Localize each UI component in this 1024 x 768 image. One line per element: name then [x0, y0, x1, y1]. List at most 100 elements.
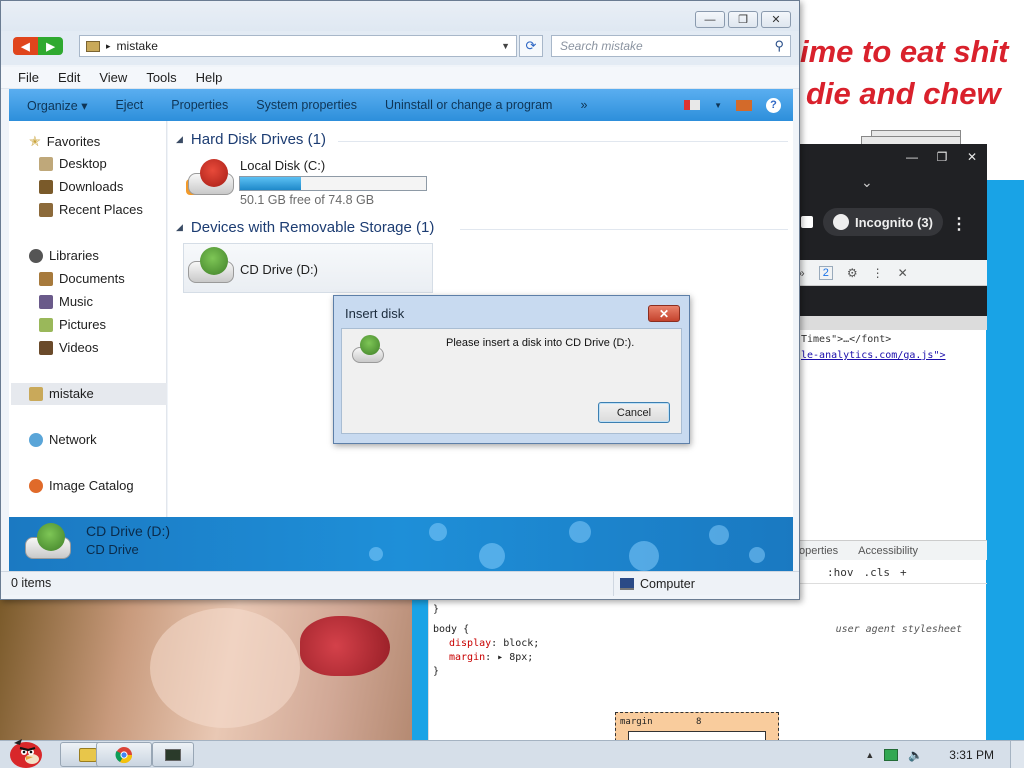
group-hard-disk-drives[interactable]: ◢ Hard Disk Drives (1)	[176, 131, 326, 148]
css-prop-display: display	[449, 638, 492, 649]
recent-places-icon	[39, 202, 53, 217]
help-icon[interactable]: ?	[766, 97, 781, 113]
gear-icon[interactable]: ⚙	[847, 266, 858, 280]
properties-button[interactable]: Properties	[171, 98, 228, 112]
back-arrow-icon[interactable]: ◀	[13, 37, 38, 55]
cd-drive-icon	[352, 335, 386, 363]
incognito-label: Incognito (3)	[855, 214, 933, 230]
view-options-icon[interactable]	[684, 100, 701, 110]
taskbar-chrome-button[interactable]	[96, 742, 152, 767]
show-hidden-icons-icon[interactable]: ▲	[865, 750, 874, 760]
start-button[interactable]	[4, 735, 46, 768]
group-label: Hard Disk Drives (1)	[190, 131, 326, 148]
chrome-close-icon[interactable]: ✕	[957, 148, 987, 166]
breadcrumb-mistake[interactable]: mistake	[117, 39, 158, 53]
collapse-triangle-icon[interactable]: ◢	[176, 222, 183, 233]
dialog-close-button[interactable]: ✕	[648, 305, 680, 322]
clock[interactable]: 3:31 PM	[949, 748, 994, 762]
nav-network[interactable]: Network	[29, 432, 97, 447]
volume-icon[interactable]: 🔈	[908, 748, 923, 762]
css-prop-margin: margin	[449, 652, 486, 663]
search-box[interactable]: Search mistake ⚲	[551, 35, 791, 57]
nav-recent-places[interactable]: Recent Places	[39, 202, 143, 217]
nav-documents[interactable]: Documents	[39, 271, 125, 286]
local-disk-free-text: 50.1 GB free of 74.8 GB	[240, 193, 375, 207]
nav-pictures[interactable]: Pictures	[39, 317, 106, 332]
image-catalog-icon	[29, 478, 43, 493]
nav-libraries[interactable]: Libraries	[29, 248, 99, 263]
network-status-icon[interactable]	[884, 749, 899, 761]
preview-pane-icon[interactable]	[736, 99, 752, 111]
close-icon: ✕	[658, 306, 670, 321]
decor-bubble	[569, 521, 591, 543]
more-icon[interactable]: ⋮	[872, 266, 884, 280]
nav-desktop[interactable]: Desktop	[39, 156, 107, 171]
computer-icon	[86, 40, 100, 52]
nav-image-catalog[interactable]: Image Catalog	[29, 478, 134, 493]
maximize-button[interactable]: ❐	[728, 11, 758, 28]
nav-favorites[interactable]: ✭ Favorites	[29, 133, 100, 150]
tab-properties[interactable]: operties	[799, 545, 838, 557]
more-commands-button[interactable]: »	[580, 98, 587, 112]
tab-accessibility[interactable]: Accessibility	[858, 545, 918, 557]
system-properties-button[interactable]: System properties	[256, 98, 357, 112]
uninstall-program-button[interactable]: Uninstall or change a program	[385, 98, 552, 112]
status-bar: 0 items Computer	[1, 571, 799, 596]
terminal-icon	[165, 748, 181, 761]
menu-file[interactable]: File	[18, 70, 39, 85]
incognito-badge[interactable]: Incognito (3)	[823, 208, 943, 236]
minimize-button[interactable]: —	[695, 11, 725, 28]
nav-mistake[interactable]: mistake	[29, 386, 94, 401]
dialog-title: Insert disk	[345, 306, 405, 321]
address-dropdown-icon[interactable]: ▼	[501, 41, 510, 51]
eject-button[interactable]: Eject	[115, 98, 143, 112]
nav-videos[interactable]: Videos	[39, 340, 99, 355]
cls-toggle[interactable]: .cls	[864, 566, 891, 579]
libraries-icon	[29, 248, 43, 263]
menu-view[interactable]: View	[99, 70, 127, 85]
refresh-button[interactable]: ⟳	[519, 35, 543, 57]
show-desktop-button[interactable]	[1010, 741, 1024, 768]
refresh-icon: ⟳	[525, 38, 537, 53]
chrome-minimize-icon[interactable]: —	[897, 148, 927, 166]
hov-toggle[interactable]: :hov	[827, 566, 854, 579]
chrome-maximize-icon[interactable]: ❐	[927, 148, 957, 166]
forward-arrow-icon[interactable]: ▶	[38, 37, 63, 55]
cd-drive-item[interactable]: CD Drive (D:)	[183, 243, 433, 293]
menu-tools[interactable]: Tools	[146, 70, 176, 85]
background-photo	[0, 598, 412, 740]
chevron-down-icon[interactable]: ⌄	[861, 174, 873, 191]
organize-button[interactable]: Organize ▾	[27, 98, 87, 113]
search-icon[interactable]: ⚲	[774, 38, 784, 54]
status-item-count: 0 items	[11, 576, 52, 590]
dom-line-link[interactable]: le-analytics.com/ga.js">	[801, 348, 946, 364]
explorer-titlebar[interactable]: — ❐ ✕	[1, 1, 799, 31]
status-location: Computer	[613, 572, 695, 596]
devtools-styles-pane: } body { user agent stylesheet display: …	[428, 600, 966, 752]
view-dropdown-icon[interactable]: ▼	[714, 101, 722, 110]
issues-badge[interactable]: 2	[818, 265, 833, 280]
nav-label: Image Catalog	[49, 478, 134, 493]
nav-music[interactable]: Music	[39, 294, 93, 309]
close-icon[interactable]: ✕	[898, 266, 908, 280]
kebab-menu-icon[interactable]: ⋮	[951, 214, 967, 234]
group-removable-storage[interactable]: ◢ Devices with Removable Storage (1)	[176, 219, 434, 236]
breadcrumb-separator-icon[interactable]: ▸	[106, 41, 111, 52]
decor-bubble	[709, 525, 729, 545]
insert-disk-dialog[interactable]: Insert disk ✕ Please insert a disk into …	[333, 295, 690, 444]
add-rule-button[interactable]: +	[900, 566, 907, 579]
taskbar-cmd-button[interactable]	[152, 742, 194, 767]
cancel-button[interactable]: Cancel	[598, 402, 670, 423]
nav-downloads[interactable]: Downloads	[39, 179, 123, 194]
downloads-icon	[39, 179, 53, 194]
local-disk-name: Local Disk (C:)	[240, 158, 326, 173]
menu-edit[interactable]: Edit	[58, 70, 80, 85]
collapse-triangle-icon[interactable]: ◢	[176, 134, 183, 145]
computer-icon	[29, 386, 43, 401]
css-val-margin: 8px;	[509, 652, 534, 663]
search-input[interactable]: Search mistake	[560, 39, 643, 53]
disk-usage-bar	[239, 176, 427, 191]
close-button[interactable]: ✕	[761, 11, 791, 28]
address-bar[interactable]: ▸ mistake ▼	[79, 35, 517, 57]
menu-help[interactable]: Help	[196, 70, 223, 85]
